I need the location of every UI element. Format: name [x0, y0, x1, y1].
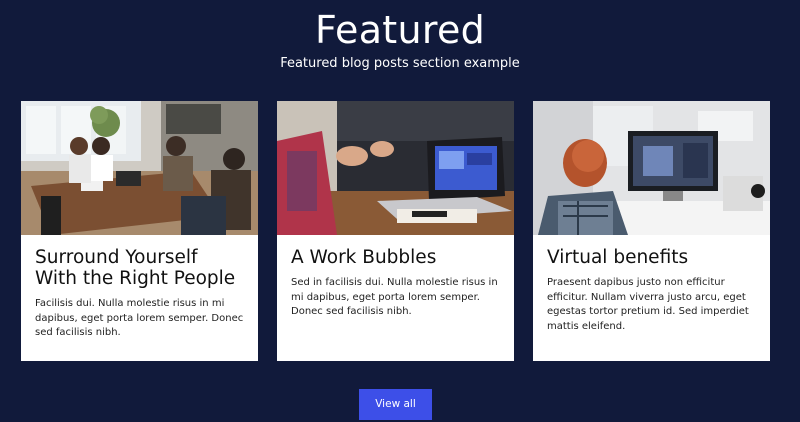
blog-card[interactable]: Surround Yourself With the Right People … [21, 101, 258, 361]
card-title[interactable]: A Work Bubbles [291, 247, 501, 268]
blog-card[interactable]: A Work Bubbles Sed in facilisis dui. Nul… [277, 101, 514, 361]
card-body: Virtual benefits Praesent dapibus justo … [533, 235, 770, 334]
card-excerpt: Sed in facilisis dui. Nulla molestie ris… [291, 277, 498, 317]
featured-section: Featured Featured blog posts section exa… [0, 0, 800, 422]
section-subtitle: Featured blog posts section example [280, 56, 520, 71]
card-body: A Work Bubbles Sed in facilisis dui. Nul… [277, 235, 514, 320]
section-title: Featured [314, 8, 486, 52]
card-excerpt: Facilisis dui. Nulla molestie risus in m… [35, 298, 244, 338]
card-image-laptop-discussion[interactable] [277, 101, 514, 235]
card-image-office-meeting[interactable] [21, 101, 258, 235]
card-title[interactable]: Virtual benefits [547, 247, 757, 268]
card-excerpt: Praesent dapibus justo non efficitur eff… [547, 277, 749, 332]
card-body: Surround Yourself With the Right People … [21, 235, 258, 341]
card-title[interactable]: Surround Yourself With the Right People [35, 247, 245, 289]
card-image-woman-at-desktop[interactable] [533, 101, 770, 235]
blog-card[interactable]: Virtual benefits Praesent dapibus justo … [533, 101, 770, 361]
view-all-button[interactable]: View all [359, 389, 432, 420]
